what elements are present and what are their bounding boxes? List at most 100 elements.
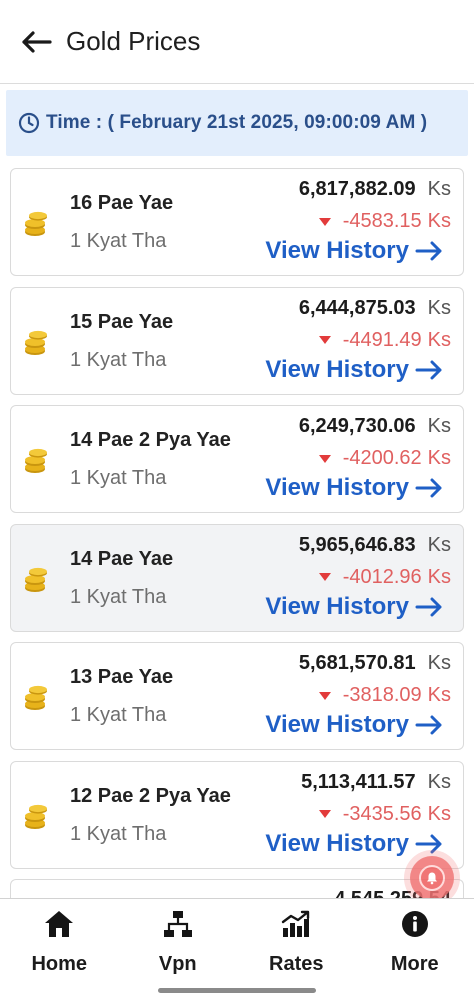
view-history-label: View History [265, 474, 409, 501]
view-history-label: View History [265, 237, 409, 264]
coin-icon [23, 564, 49, 594]
gold-unit: 1 Kyat Tha [70, 348, 167, 371]
price-row: 5,681,570.81 Ks [299, 652, 451, 675]
change-row: -3818.09 Ks [318, 684, 451, 707]
gold-type-name: 14 Pae 2 Pya Yae [70, 429, 231, 451]
nav-label: Vpn [158, 953, 197, 975]
coin-icon [23, 445, 49, 475]
nav-label: More [390, 953, 439, 975]
price-value: 5,965,646.83 [298, 533, 416, 556]
price-row: 5,113,411.57 Ks [301, 771, 451, 794]
view-history-link[interactable]: View History [265, 593, 443, 621]
change-value: -3818.09 [342, 684, 422, 706]
coin-icon [23, 801, 49, 831]
time-banner: Time : ( February 21st 2025, 09:00:09 AM… [6, 90, 468, 156]
coin-icon [23, 208, 49, 238]
change-currency-label: Ks [427, 684, 451, 706]
down-triangle-icon [318, 691, 331, 700]
home-indicator[interactable] [158, 988, 316, 993]
nav-rates[interactable]: Rates [237, 899, 356, 1002]
view-history-link[interactable]: View History [265, 237, 443, 265]
currency-label: Ks [427, 533, 451, 556]
nav-label: Rates [269, 953, 324, 975]
nav-home[interactable]: Home [0, 899, 119, 1002]
price-list[interactable]: 16 Pae Yae 1 Kyat Tha 6,817,882.09 Ks -4… [10, 168, 464, 919]
view-history-link[interactable]: View History [265, 711, 443, 739]
network-icon [161, 907, 195, 941]
bottom-navigation: Home Vpn Rates More [0, 898, 474, 1002]
currency-label: Ks [427, 296, 451, 319]
down-triangle-icon [318, 454, 331, 463]
gold-type-name: 13 Pae Yae [70, 666, 174, 688]
change-row: -4583.15 Ks [318, 210, 451, 233]
view-history-link[interactable]: View History [265, 474, 443, 502]
price-value: 5,681,570.81 [298, 652, 416, 674]
currency-label: Ks [427, 178, 451, 200]
down-triangle-icon [318, 336, 331, 344]
price-row: 5,965,646.83 Ks [299, 534, 451, 557]
app-bar: Gold Prices [0, 0, 474, 84]
arrow-right-icon [415, 478, 442, 498]
arrow-right-icon [415, 834, 442, 853]
price-card: 16 Pae Yae 1 Kyat Tha 6,817,882.09 Ks -4… [10, 168, 464, 276]
timestamp-text: Time : ( February 21st 2025, 09:00:09 AM… [46, 112, 428, 133]
currency-label: Ks [427, 652, 451, 674]
price-value: 5,113,411.57 [301, 770, 416, 793]
arrow-left-icon [22, 30, 52, 53]
change-currency-label: Ks [427, 802, 451, 825]
gold-type-name: 14 Pae Yae [70, 547, 174, 570]
gold-type-name: 15 Pae Yae [70, 310, 174, 333]
arrow-right-icon [415, 360, 442, 379]
price-value: 6,817,882.09 [298, 178, 416, 200]
price-card: 15 Pae Yae 1 Kyat Tha 6,444,875.03 Ks -4… [10, 286, 464, 395]
coin-icon [23, 327, 49, 357]
gold-unit: 1 Kyat Tha [70, 585, 167, 608]
home-icon [42, 907, 76, 941]
price-row: 6,444,875.03 Ks [299, 297, 451, 320]
nav-more[interactable]: More [356, 899, 474, 1002]
change-row: -3435.56 Ks [318, 802, 451, 826]
gold-unit: 1 Kyat Tha [70, 822, 167, 845]
view-history-link[interactable]: View History [265, 356, 443, 384]
price-card: 12 Pae 2 Pya Yae 1 Kyat Tha 5,113,411.57… [10, 760, 464, 869]
clock-icon [18, 112, 40, 134]
down-triangle-icon [318, 573, 331, 581]
price-card: 14 Pae 2 Pya Yae 1 Kyat Tha 6,249,730.06… [10, 405, 464, 513]
price-value: 6,249,730.06 [298, 415, 416, 437]
nav-label: Home [31, 953, 88, 975]
bell-icon [419, 865, 445, 891]
nav-vpn[interactable]: Vpn [119, 899, 238, 1002]
change-currency-label: Ks [427, 565, 451, 588]
gold-type-name: 16 Pae Yae [70, 192, 174, 214]
arrow-right-icon [415, 597, 442, 616]
chart-icon [279, 907, 313, 941]
down-triangle-icon [318, 810, 331, 818]
change-row: -4200.62 Ks [318, 447, 451, 470]
change-value: -4491.49 [342, 328, 422, 351]
arrow-right-icon [415, 241, 442, 261]
price-card: 14 Pae Yae 1 Kyat Tha 5,965,646.83 Ks -4… [10, 523, 464, 632]
change-row: -4491.49 Ks [318, 328, 451, 352]
gold-unit: 1 Kyat Tha [70, 467, 167, 489]
price-value: 6,444,875.03 [298, 296, 416, 319]
gold-unit: 1 Kyat Tha [70, 704, 167, 726]
change-value: -4200.62 [342, 447, 422, 469]
view-history-label: View History [265, 711, 409, 738]
view-history-link[interactable]: View History [265, 830, 443, 858]
change-value: -3435.56 [342, 802, 422, 825]
change-row: -4012.96 Ks [318, 565, 451, 589]
change-currency-label: Ks [427, 328, 451, 351]
gold-unit: 1 Kyat Tha [70, 230, 167, 252]
view-history-label: View History [265, 829, 409, 857]
view-history-label: View History [265, 355, 409, 383]
change-currency-label: Ks [427, 210, 451, 232]
back-button[interactable] [18, 24, 54, 60]
change-value: -4583.15 [342, 210, 422, 232]
page-title: Gold Prices [66, 26, 201, 56]
price-row: 6,249,730.06 Ks [299, 415, 451, 438]
change-value: -4012.96 [342, 565, 422, 588]
notification-bell-button[interactable] [410, 856, 454, 900]
arrow-right-icon [415, 715, 442, 735]
info-icon [398, 907, 432, 941]
change-currency-label: Ks [427, 447, 451, 469]
